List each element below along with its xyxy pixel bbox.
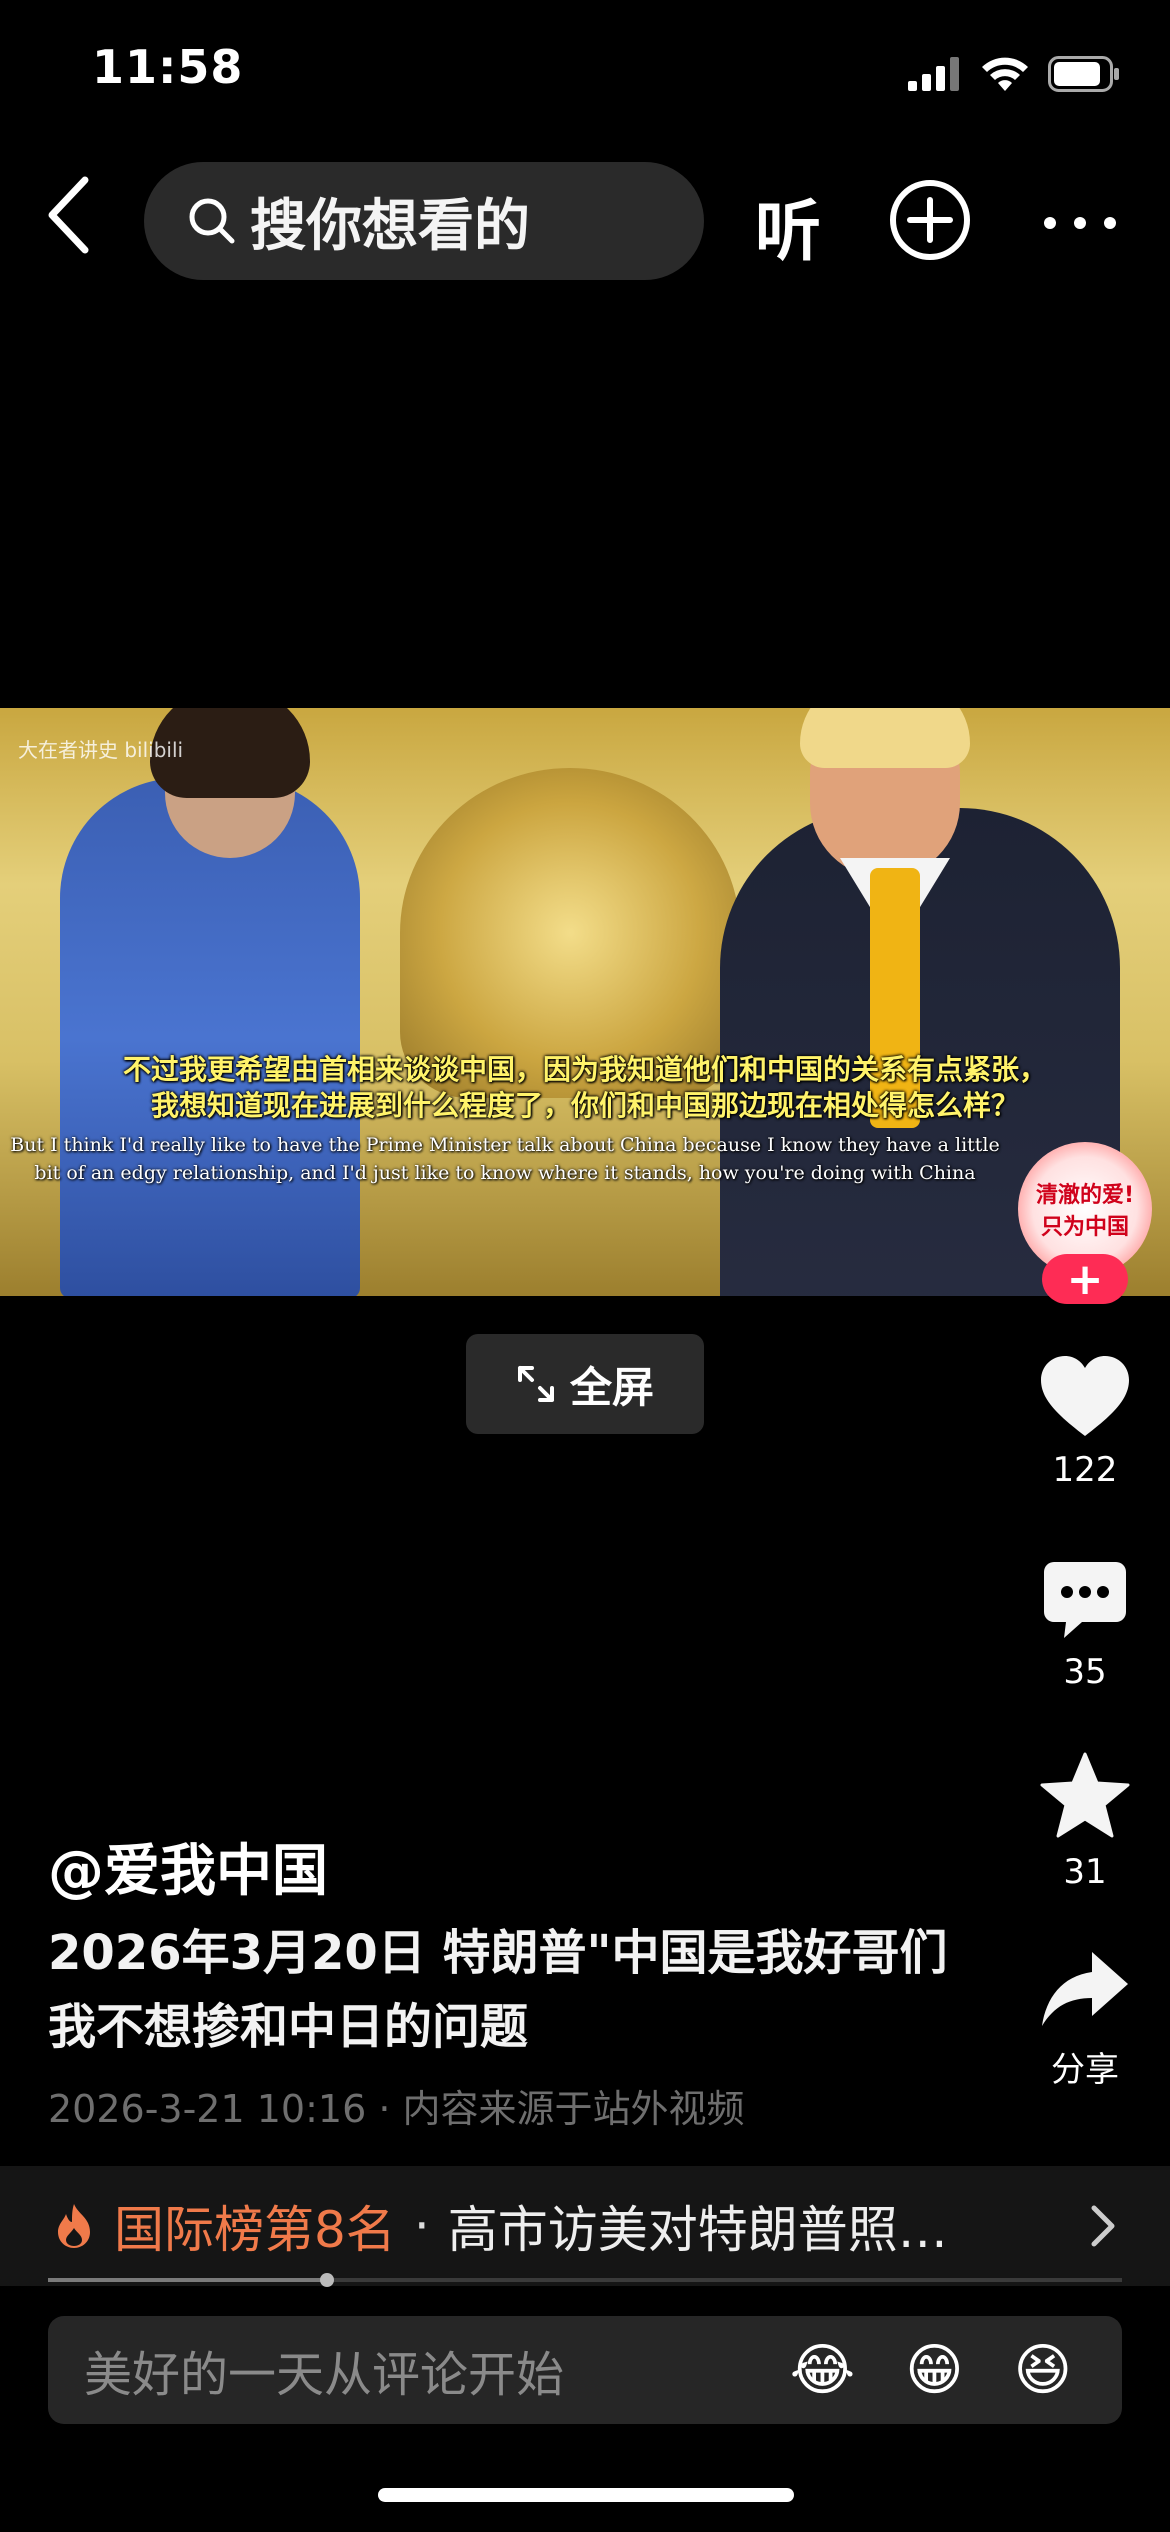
heart-icon [1041, 1356, 1129, 1436]
favorite-count: 31 [1063, 1852, 1107, 1892]
video-person-right-hair [800, 708, 970, 768]
more-icon [1044, 217, 1116, 229]
subtitle-en-line-1: But I think I'd really like to have the … [10, 1134, 1000, 1156]
video-player[interactable]: 大在者讲史 bilibili 不过我更希望由首相来谈谈中国，因为我知道他们和中国… [0, 708, 1170, 1296]
ranking-separator: · [413, 2197, 430, 2255]
subtitle-zh-line-1: 不过我更希望由首相来谈谈中国，因为我知道他们和中国的关系有点紧张， [122, 1053, 1047, 1086]
ranking-label: 国际榜第8名 [114, 2201, 396, 2259]
avatar-text-2: 只为中国 [1040, 1215, 1129, 1240]
subtitle-en-line-2: bit of an edgy relationship, and I'd jus… [34, 1162, 976, 1184]
share-icon [1042, 1952, 1128, 2026]
status-time: 11:58 [92, 40, 244, 94]
more-button[interactable] [1040, 208, 1120, 238]
fullscreen-button[interactable]: 全屏 [466, 1334, 704, 1434]
status-icons [908, 52, 1120, 96]
chevron-right-icon [1091, 2205, 1115, 2247]
like-count: 122 [1052, 1450, 1118, 1490]
home-indicator [378, 2488, 794, 2502]
fire-icon [58, 2204, 90, 2248]
star-icon [1040, 1752, 1130, 1838]
share-label: 分享 [1051, 2050, 1119, 2090]
expand-icon [517, 1366, 554, 1402]
back-button[interactable] [40, 170, 120, 270]
comment-count: 35 [1063, 1652, 1107, 1692]
wifi-icon [982, 57, 1028, 91]
like-button[interactable]: 122 [1030, 1354, 1140, 1490]
smiling-emoji-button[interactable]: 😆 [1014, 2338, 1072, 2403]
search-icon [189, 198, 235, 244]
fullscreen-label: 全屏 [569, 1362, 654, 1412]
video-person-left [60, 778, 360, 1296]
laughing-emoji-button[interactable]: 😂 [790, 2338, 855, 2403]
battery-icon [1048, 56, 1119, 92]
ranking-topic: 高市访美对特朗普照… [447, 2201, 948, 2259]
comment-placeholder: 美好的一天从评论开始 [84, 2347, 565, 2403]
favorite-button[interactable]: 31 [1030, 1752, 1140, 1892]
chevron-left-icon [48, 176, 89, 254]
listen-button[interactable]: 听 [755, 178, 821, 274]
comment-icon [1044, 1562, 1126, 1638]
post-meta: 2026-3-21 10:16 · 内容来源于站外视频 [48, 2087, 745, 2131]
comment-button[interactable]: 35 [1030, 1560, 1140, 1692]
video-watermark: 大在者讲史 bilibili [18, 738, 184, 762]
ranking-bar[interactable]: 国际榜第8名 · 高市访美对特朗普照… [0, 2166, 1170, 2286]
grinning-emoji-button[interactable]: 😁 [905, 2338, 963, 2403]
follow-button[interactable]: + [1042, 1254, 1128, 1305]
comment-input[interactable]: 美好的一天从评论开始 😂 😁 😆 [48, 2316, 1122, 2424]
share-button[interactable]: 分享 [1030, 1950, 1140, 2091]
search-input[interactable]: 搜你想看的 [144, 162, 704, 280]
video-progress-fill [48, 2278, 328, 2282]
signal-icon [908, 57, 959, 91]
avatar-text-1: 清澈的爱! [1035, 1183, 1135, 1208]
subtitle-zh-line-2: 我想知道现在进展到什么程度了，你们和中国那边现在相处得怎么样？ [150, 1089, 1019, 1122]
add-button[interactable] [888, 178, 972, 262]
search-placeholder: 搜你想看的 [250, 193, 530, 259]
author-name[interactable]: @爱我中国 [48, 1826, 328, 1907]
plus-circle-icon [890, 180, 970, 260]
post-title: 2026年3月20日 特朗普"中国是我好哥们 我不想掺和中日的问题 [48, 1925, 948, 2055]
